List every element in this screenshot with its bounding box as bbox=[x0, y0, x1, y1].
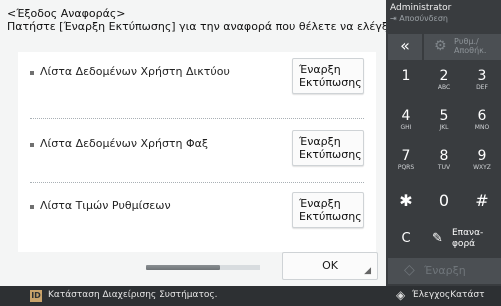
report-output-screen: <Έξοδος Αναφοράς> Πατήστε [Έναρξη Εκτύπω… bbox=[0, 0, 410, 286]
status-monitor-button[interactable]: ΈλεγχοςΚατάστ bbox=[412, 290, 485, 300]
key-2[interactable]: 2 ABC bbox=[426, 64, 462, 98]
button-label: Εκτύπωσης bbox=[299, 210, 362, 223]
status-bar: ID Κατάσταση Διαχείρισης Συστήματος. ◈ Έ… bbox=[0, 286, 501, 306]
logout-link[interactable]: ⇥ Αποσύνδεση bbox=[390, 14, 448, 23]
gear-icon: ⚙ bbox=[434, 38, 447, 54]
key-5[interactable]: 5 JKL bbox=[426, 104, 462, 138]
settings-label: Αποθήκ. bbox=[454, 46, 487, 55]
settings-label: Ρυθμ./ bbox=[454, 37, 479, 46]
key-digit: 6 bbox=[477, 108, 487, 124]
report-list: Λίστα Δεδομένων Χρήστη Δικτύου Έναρξη Εκ… bbox=[18, 52, 376, 252]
clear-key[interactable]: C bbox=[388, 222, 424, 256]
key-letters: WXYZ bbox=[473, 164, 491, 171]
status-monitor-icon[interactable]: ◈ bbox=[396, 288, 405, 302]
key-3[interactable]: 3 DEF bbox=[464, 64, 500, 98]
key-digit: 4 bbox=[401, 108, 411, 124]
enter-corner-icon: ◢ bbox=[364, 266, 371, 276]
key-digit: 5 bbox=[439, 108, 449, 124]
start-printing-button-network-user-data[interactable]: Έναρξη Εκτύπωσης bbox=[292, 58, 364, 94]
id-icon: ID bbox=[30, 290, 42, 302]
button-label: Εκτύπωσης bbox=[299, 148, 362, 161]
start-diamond-icon: ◇ bbox=[404, 262, 415, 278]
page-title: <Έξοδος Αναφοράς> bbox=[7, 7, 126, 20]
reset-label: Επανα- bbox=[452, 228, 484, 238]
report-label: Λίστα Δεδομένων Χρήστη Φαξ bbox=[40, 137, 209, 150]
button-label: Έναρξη bbox=[299, 63, 341, 76]
key-star[interactable]: ✱ bbox=[388, 184, 424, 218]
button-label: Εκτύπωσης bbox=[299, 76, 362, 89]
key-letters: DEF bbox=[476, 84, 488, 91]
key-4[interactable]: 4 GHI bbox=[388, 104, 424, 138]
star-icon: ✱ bbox=[399, 191, 413, 210]
report-label: Λίστα Δεδομένων Χρήστη Δικτύου bbox=[40, 65, 230, 78]
key-8[interactable]: 8 TUV bbox=[426, 144, 462, 178]
key-letters: MNO bbox=[474, 124, 490, 131]
bullet-icon bbox=[30, 205, 34, 209]
list-item: Λίστα Τιμών Ρυθμίσεων Έναρξη Εκτύπωσης bbox=[18, 186, 376, 236]
key-digit: 0 bbox=[438, 191, 450, 210]
double-chevron-left-icon: « bbox=[400, 36, 410, 55]
divider bbox=[30, 118, 364, 119]
back-button[interactable]: « bbox=[388, 34, 422, 60]
user-name: Administrator bbox=[390, 3, 452, 13]
button-label: Έναρξη bbox=[299, 197, 341, 210]
scroll-progress-bar bbox=[146, 265, 220, 270]
key-digit: 3 bbox=[477, 68, 487, 84]
key-6[interactable]: 6 MNO bbox=[464, 104, 500, 138]
instruction-text: Πατήστε [Έναρξη Εκτύπωσης] για την αναφο… bbox=[7, 20, 411, 33]
control-panel: Administrator ⇥ Αποσύνδεση « ⚙ Ρυθμ./ Απ… bbox=[386, 0, 501, 286]
scroll-progress-track bbox=[220, 265, 260, 270]
report-label: Λίστα Τιμών Ρυθμίσεων bbox=[40, 199, 171, 212]
key-digit: 7 bbox=[401, 148, 411, 164]
key-letters: PQRS bbox=[397, 164, 415, 171]
start-label: Έναρξη bbox=[424, 264, 466, 277]
key-letters: ABC bbox=[437, 84, 451, 91]
reset-label: φορά bbox=[452, 239, 476, 249]
reset-button[interactable]: ✎ Επανα- φορά bbox=[424, 222, 501, 256]
status-text: Κατάσταση Διαχείρισης Συστήματος. bbox=[48, 290, 218, 300]
key-letters: TUV bbox=[437, 164, 451, 171]
key-digit: 8 bbox=[439, 148, 449, 164]
settings-register-button[interactable]: ⚙ Ρυθμ./ Αποθήκ. bbox=[424, 34, 501, 60]
start-printing-button-settings-values[interactable]: Έναρξη Εκτύπωσης bbox=[292, 192, 364, 228]
ok-label: OK bbox=[322, 259, 338, 272]
button-label: Έναρξη bbox=[299, 135, 341, 148]
bullet-icon bbox=[30, 71, 34, 75]
clear-key-label: C bbox=[401, 231, 411, 246]
bullet-icon bbox=[30, 143, 34, 147]
list-item: Λίστα Δεδομένων Χρήστη Φαξ Έναρξη Εκτύπω… bbox=[18, 124, 376, 174]
start-button[interactable]: ◇ Έναρξη bbox=[388, 258, 501, 284]
hash-icon: # bbox=[475, 191, 489, 210]
key-7[interactable]: 7 PQRS bbox=[388, 144, 424, 178]
start-printing-button-fax-user-data[interactable]: Έναρξη Εκτύπωσης bbox=[292, 130, 364, 166]
eraser-icon: ✎ bbox=[432, 231, 443, 246]
key-1[interactable]: 1 bbox=[388, 64, 424, 98]
list-item: Λίστα Δεδομένων Χρήστη Δικτύου Έναρξη Εκ… bbox=[18, 52, 376, 102]
key-digit: 1 bbox=[401, 68, 411, 84]
key-digit: 2 bbox=[439, 68, 449, 84]
key-hash[interactable]: # bbox=[464, 184, 500, 218]
key-0[interactable]: 0 bbox=[426, 184, 462, 218]
key-digit: 9 bbox=[477, 148, 487, 164]
key-letters: GHI bbox=[400, 124, 412, 131]
ok-button[interactable]: OK ◢ bbox=[282, 252, 378, 280]
key-letters: JKL bbox=[439, 124, 449, 131]
divider bbox=[30, 182, 364, 183]
key-9[interactable]: 9 WXYZ bbox=[464, 144, 500, 178]
